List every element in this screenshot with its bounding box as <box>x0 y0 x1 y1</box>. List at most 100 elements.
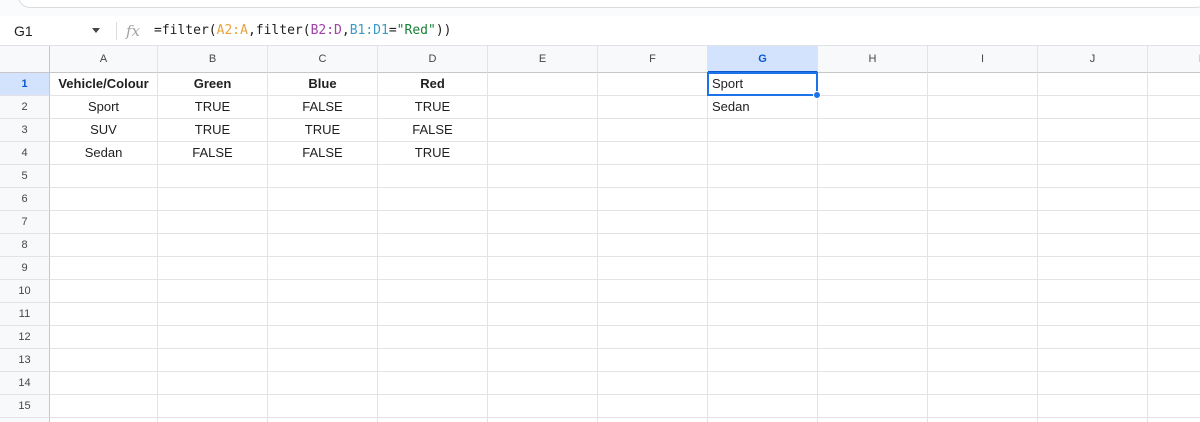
row-header-13[interactable]: 13 <box>0 349 50 372</box>
cell-d7[interactable] <box>378 211 488 234</box>
cell-e16[interactable] <box>488 418 598 422</box>
cell-g1[interactable]: Sport <box>708 73 818 96</box>
cell-f12[interactable] <box>598 326 708 349</box>
cell-c13[interactable] <box>268 349 378 372</box>
cell-k5[interactable] <box>1148 165 1200 188</box>
cell-f4[interactable] <box>598 142 708 165</box>
cell-a11[interactable] <box>50 303 158 326</box>
cell-e15[interactable] <box>488 395 598 418</box>
cell-a4[interactable]: Sedan <box>50 142 158 165</box>
cell-e7[interactable] <box>488 211 598 234</box>
column-header-j[interactable]: J <box>1038 46 1148 73</box>
cell-e10[interactable] <box>488 280 598 303</box>
cell-b4[interactable]: FALSE <box>158 142 268 165</box>
cell-f13[interactable] <box>598 349 708 372</box>
cell-g13[interactable] <box>708 349 818 372</box>
column-header-a[interactable]: A <box>50 46 158 73</box>
cell-f3[interactable] <box>598 119 708 142</box>
cell-h6[interactable] <box>818 188 928 211</box>
row-header-4[interactable]: 4 <box>0 142 50 165</box>
cell-b12[interactable] <box>158 326 268 349</box>
cell-f1[interactable] <box>598 73 708 96</box>
cell-g14[interactable] <box>708 372 818 395</box>
cell-c11[interactable] <box>268 303 378 326</box>
cell-h1[interactable] <box>818 73 928 96</box>
cell-a8[interactable] <box>50 234 158 257</box>
cell-g7[interactable] <box>708 211 818 234</box>
cell-i10[interactable] <box>928 280 1038 303</box>
cell-k15[interactable] <box>1148 395 1200 418</box>
cell-k10[interactable] <box>1148 280 1200 303</box>
cell-d4[interactable]: TRUE <box>378 142 488 165</box>
cell-h2[interactable] <box>818 96 928 119</box>
cell-g3[interactable] <box>708 119 818 142</box>
cell-e6[interactable] <box>488 188 598 211</box>
column-header-i[interactable]: I <box>928 46 1038 73</box>
column-header-b[interactable]: B <box>158 46 268 73</box>
cell-f2[interactable] <box>598 96 708 119</box>
cell-f6[interactable] <box>598 188 708 211</box>
cell-g12[interactable] <box>708 326 818 349</box>
cell-e9[interactable] <box>488 257 598 280</box>
cell-c3[interactable]: TRUE <box>268 119 378 142</box>
cell-k11[interactable] <box>1148 303 1200 326</box>
cell-g6[interactable] <box>708 188 818 211</box>
cell-j8[interactable] <box>1038 234 1148 257</box>
column-header-d[interactable]: D <box>378 46 488 73</box>
cell-d8[interactable] <box>378 234 488 257</box>
cell-d11[interactable] <box>378 303 488 326</box>
cell-c10[interactable] <box>268 280 378 303</box>
cell-e12[interactable] <box>488 326 598 349</box>
cell-g9[interactable] <box>708 257 818 280</box>
cell-j14[interactable] <box>1038 372 1148 395</box>
row-header-1[interactable]: 1 <box>0 73 50 96</box>
cell-a16[interactable] <box>50 418 158 422</box>
row-header-2[interactable]: 2 <box>0 96 50 119</box>
cell-h16[interactable] <box>818 418 928 422</box>
column-header-h[interactable]: H <box>818 46 928 73</box>
row-header-14[interactable]: 14 <box>0 372 50 395</box>
cell-i15[interactable] <box>928 395 1038 418</box>
row-header-5[interactable]: 5 <box>0 165 50 188</box>
cell-g5[interactable] <box>708 165 818 188</box>
cell-h11[interactable] <box>818 303 928 326</box>
cell-c6[interactable] <box>268 188 378 211</box>
cell-j6[interactable] <box>1038 188 1148 211</box>
cell-i3[interactable] <box>928 119 1038 142</box>
cell-k12[interactable] <box>1148 326 1200 349</box>
cell-a2[interactable]: Sport <box>50 96 158 119</box>
cell-h4[interactable] <box>818 142 928 165</box>
cell-c7[interactable] <box>268 211 378 234</box>
cell-k13[interactable] <box>1148 349 1200 372</box>
cell-f5[interactable] <box>598 165 708 188</box>
cell-j16[interactable] <box>1038 418 1148 422</box>
row-header-8[interactable]: 8 <box>0 234 50 257</box>
cell-c2[interactable]: FALSE <box>268 96 378 119</box>
cell-c1[interactable]: Blue <box>268 73 378 96</box>
chevron-down-icon[interactable] <box>92 28 100 33</box>
cell-i5[interactable] <box>928 165 1038 188</box>
select-all-corner[interactable] <box>0 46 50 73</box>
row-header-6[interactable]: 6 <box>0 188 50 211</box>
cell-j13[interactable] <box>1038 349 1148 372</box>
cell-h9[interactable] <box>818 257 928 280</box>
cell-g15[interactable] <box>708 395 818 418</box>
formula-input[interactable]: =filter(A2:A,filter(B2:D,B1:D1="Red")) <box>154 16 451 46</box>
cell-g16[interactable] <box>708 418 818 422</box>
cell-g10[interactable] <box>708 280 818 303</box>
cell-d12[interactable] <box>378 326 488 349</box>
cell-d1[interactable]: Red <box>378 73 488 96</box>
cell-c14[interactable] <box>268 372 378 395</box>
cell-f7[interactable] <box>598 211 708 234</box>
cell-a10[interactable] <box>50 280 158 303</box>
cell-j5[interactable] <box>1038 165 1148 188</box>
cell-b13[interactable] <box>158 349 268 372</box>
cell-f14[interactable] <box>598 372 708 395</box>
cell-i7[interactable] <box>928 211 1038 234</box>
cell-k8[interactable] <box>1148 234 1200 257</box>
cell-k4[interactable] <box>1148 142 1200 165</box>
cell-j9[interactable] <box>1038 257 1148 280</box>
cell-e1[interactable] <box>488 73 598 96</box>
cell-e11[interactable] <box>488 303 598 326</box>
cell-d6[interactable] <box>378 188 488 211</box>
